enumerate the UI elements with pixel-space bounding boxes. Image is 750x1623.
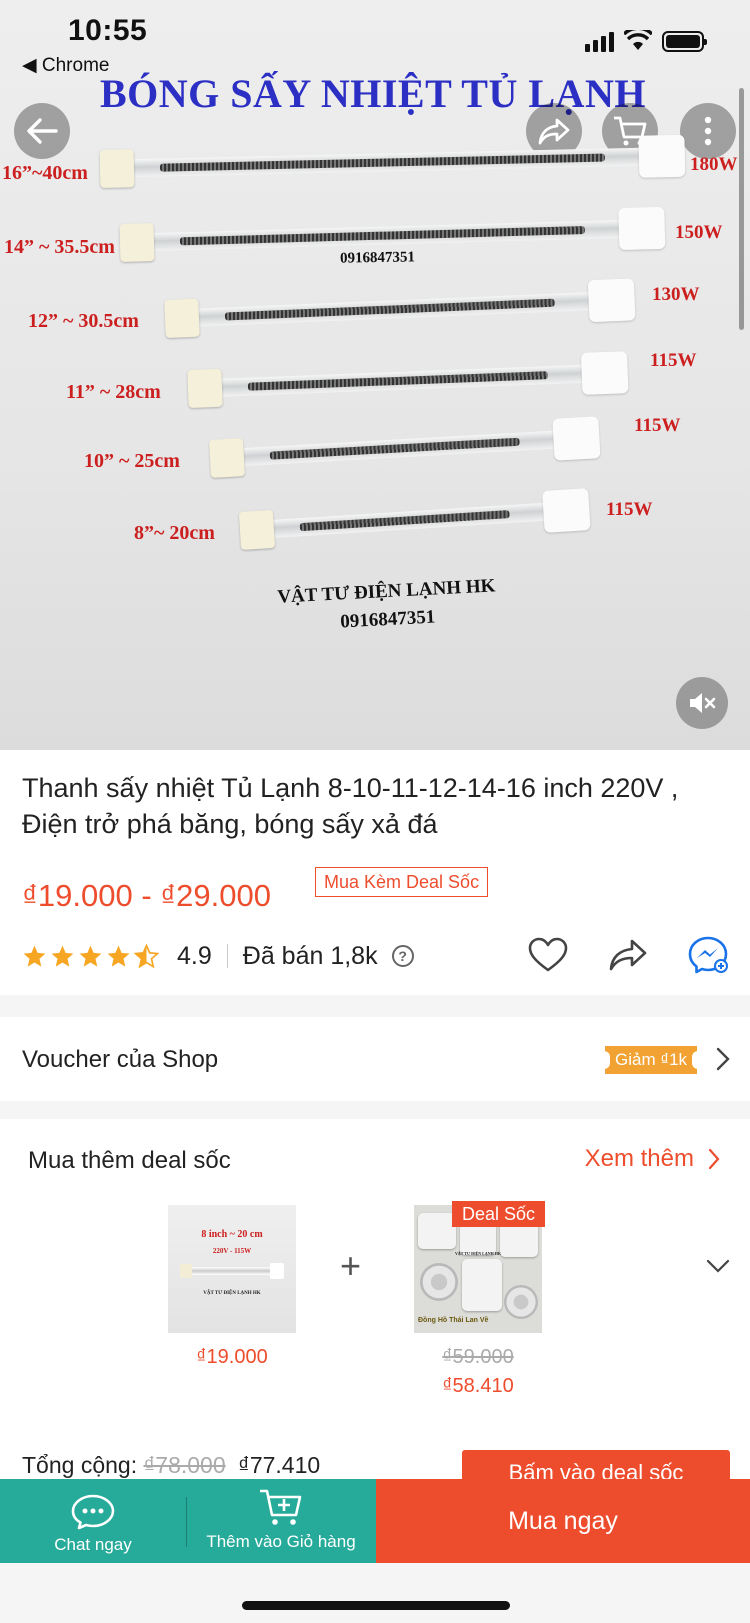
heater-rod (164, 278, 636, 338)
deal-total: Tổng cộng: ₫78.000 ₫77.410 (22, 1452, 320, 1479)
heater-rod (187, 351, 629, 408)
mute-button[interactable] (676, 677, 728, 729)
share-icon[interactable] (608, 938, 648, 972)
section-divider (0, 1101, 750, 1119)
thumb-caption: Đồng Hồ Thái Lan Về (418, 1317, 489, 1324)
chevron-down-icon[interactable] (706, 1259, 730, 1273)
more-icon (704, 116, 712, 146)
wattage-label: 150W (675, 222, 723, 243)
size-label: 12” ~ 30.5cm (28, 310, 139, 332)
voucher-badge: Giảm ₫1k (603, 1046, 699, 1074)
wattage-label: 115W (606, 499, 653, 520)
thumb-subtitle: 220V - 115W (212, 1247, 252, 1255)
deal-ribbon: Deal Sốc (452, 1201, 546, 1227)
thumb-small-text: VẬT TƯ ĐIỆN LẠNH HK (455, 1251, 501, 1256)
share-icon (538, 118, 570, 145)
bottom-bar-separator (186, 1497, 187, 1547)
heater-rod (238, 488, 591, 550)
timer-dial (504, 1285, 538, 1319)
size-label: 11” ~ 28cm (66, 381, 161, 403)
total-label: Tổng cộng: (22, 1452, 138, 1478)
size-label: 10” ~ 25cm (84, 450, 180, 472)
chevron-right-icon (708, 1148, 720, 1170)
add-to-cart-icon (260, 1489, 302, 1525)
chevron-right-icon (716, 1047, 730, 1071)
heater-rod (119, 206, 666, 262)
price-range: ₫19.000 - ₫29.000 (22, 878, 271, 913)
heater-rod (99, 134, 686, 188)
heater-rod (208, 416, 601, 478)
deal-item-price: ₫58.410 (442, 1375, 514, 1397)
wattage-label: 115W (634, 415, 681, 436)
mute-icon (690, 693, 716, 713)
more-options-button[interactable] (680, 103, 736, 159)
back-arrow-icon (27, 118, 58, 144)
deal-heading: Mua thêm deal sốc (28, 1147, 231, 1174)
rating-stars (22, 943, 159, 969)
addon-deal-section: Mua thêm deal sốc Xem thêm 8 inch ~ 20 c… (0, 1119, 750, 1479)
total-new-price: ₫77.410 (238, 1452, 321, 1478)
timer-part (418, 1213, 456, 1249)
product-actions (528, 936, 728, 974)
signal-icon (585, 30, 614, 52)
image-shop-watermark: VẬT TƯ ĐIỆN LẠNH HK 0916847351 (277, 572, 498, 638)
chat-icon (71, 1494, 115, 1530)
heart-icon[interactable] (528, 937, 568, 973)
status-time: 10:55 (68, 14, 148, 47)
timer-part (462, 1259, 502, 1311)
see-more-link[interactable]: Xem thêm (585, 1145, 720, 1173)
buy-now-button[interactable]: Mua ngay (376, 1479, 750, 1563)
sold-count: Đã bán 1,8k (242, 941, 378, 970)
star-icon (23, 945, 46, 967)
status-icons (585, 30, 707, 52)
product-title: Thanh sấy nhiệt Tủ Lạnh 8-10-11-12-14-16… (22, 773, 679, 839)
scroll-indicator (739, 88, 744, 330)
star-icon (79, 945, 102, 967)
size-label: 14” ~ 35.5cm (4, 236, 115, 258)
messenger-icon[interactable] (688, 936, 728, 974)
add-to-cart-label: Thêm vào Giỏ hàng (206, 1532, 356, 1551)
addon-deal-tag[interactable]: Mua Kèm Deal Sốc (315, 867, 489, 897)
help-icon[interactable]: ? (391, 945, 414, 967)
add-to-cart-button[interactable]: Thêm vào Giỏ hàng (186, 1479, 376, 1563)
thumb-title: 8 inch ~ 20 cm (201, 1229, 263, 1240)
wattage-label: 180W (690, 154, 738, 175)
voucher-label: Voucher của Shop (22, 1046, 219, 1073)
thumb-rod (180, 1263, 284, 1279)
bottom-action-bar: Chat ngay Thêm vào Giỏ hàng Mua ngay (0, 1479, 750, 1563)
rating-row: 4.9 Đã bán 1,8k ? (22, 936, 728, 976)
total-old-price: ₫78.000 (143, 1452, 226, 1478)
chat-now-label: Chat ngay (54, 1535, 132, 1554)
wifi-icon (624, 30, 652, 50)
deal-item-old-price: ₫59.000 (442, 1346, 514, 1368)
chat-now-button[interactable]: Chat ngay (0, 1479, 186, 1563)
home-indicator-area (0, 1563, 750, 1623)
thumb-small-text: VẬT TƯ ĐIỆN LẠNH HK (203, 1291, 261, 1296)
image-phone-number: 0916847351 (339, 249, 416, 267)
back-to-chrome-link[interactable]: ◀ Chrome (22, 54, 109, 77)
rating-value: 4.9 (177, 941, 212, 970)
wattage-label: 115W (650, 350, 697, 371)
see-more-label: Xem thêm (584, 1145, 694, 1172)
star-icon (107, 945, 130, 967)
deal-item-price: ₫19.000 (196, 1346, 268, 1368)
size-label: 8”~ 20cm (134, 522, 215, 544)
divider (226, 944, 228, 968)
home-indicator[interactable] (242, 1601, 510, 1610)
wattage-label: 130W (652, 284, 700, 305)
shop-voucher-row[interactable]: Voucher của Shop Giảm ₫1k (0, 1017, 750, 1101)
half-star-icon (134, 943, 159, 968)
section-divider (0, 995, 750, 1017)
size-label: 16”~40cm (2, 162, 88, 184)
deal-item-thumbnail[interactable]: 8 inch ~ 20 cm 220V - 115W VẬT TƯ ĐIỆN L… (168, 1205, 296, 1333)
back-button[interactable] (14, 103, 70, 159)
product-info: Thanh sấy nhiệt Tủ Lạnh 8-10-11-12-14-16… (0, 750, 750, 995)
star-icon (51, 945, 74, 967)
plus-sign: + (340, 1245, 362, 1286)
product-image[interactable]: 10:55 ◀ Chrome BÓNG SẤY NHIỆT TỦ LẠNH 16… (0, 0, 750, 750)
timer-dial (420, 1263, 458, 1301)
battery-icon (662, 30, 707, 52)
